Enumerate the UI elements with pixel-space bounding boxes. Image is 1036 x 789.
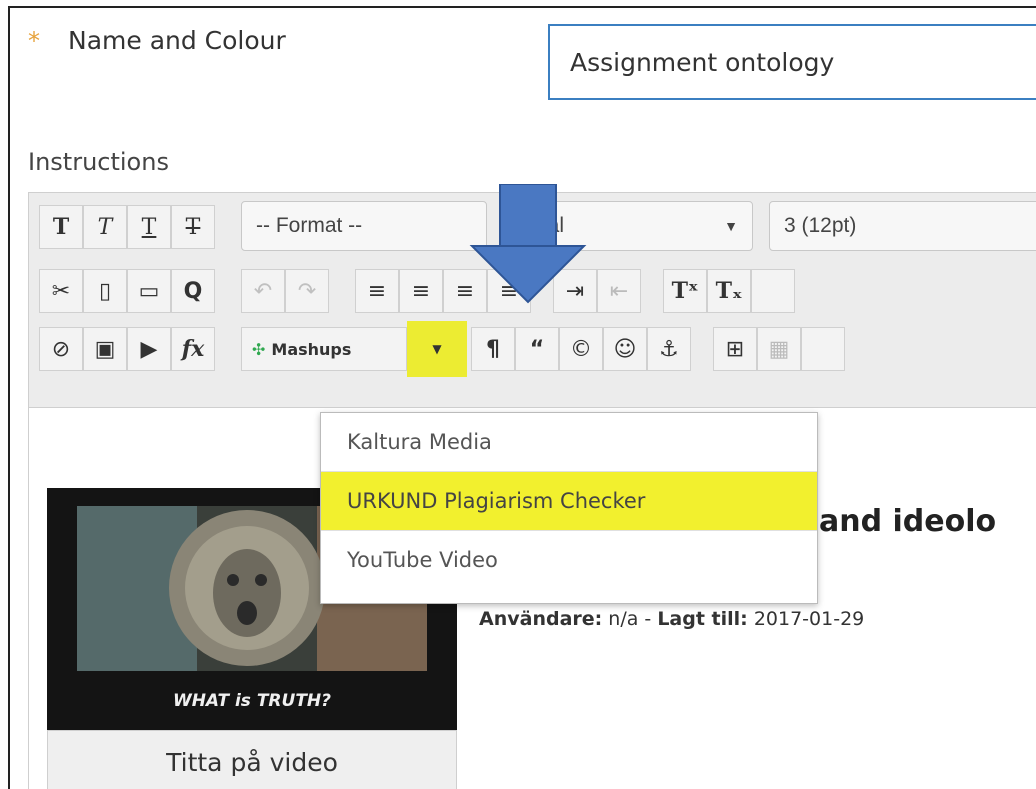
italic-button[interactable]: T: [83, 205, 127, 249]
size-select[interactable]: 3 (12pt): [769, 201, 1036, 251]
instructions-label: Instructions: [28, 148, 169, 176]
more-row3-icon[interactable]: [801, 327, 845, 371]
mashups-icon: ✣: [252, 339, 266, 359]
align-left-icon[interactable]: ≡: [355, 269, 399, 313]
annotation-arrow-icon: [469, 184, 587, 304]
paste-icon[interactable]: ▭: [127, 269, 171, 313]
align-center-icon[interactable]: ≡: [399, 269, 443, 313]
underline-button[interactable]: T: [127, 205, 171, 249]
attachment-icon[interactable]: ⊘: [39, 327, 83, 371]
table-props-icon[interactable]: ▦: [757, 327, 801, 371]
find-icon[interactable]: Q: [171, 269, 215, 313]
paragraph-icon[interactable]: ¶: [471, 327, 515, 371]
required-marker: *: [28, 27, 40, 55]
outdent-icon[interactable]: ⇤: [597, 269, 641, 313]
format-select-value: -- Format --: [256, 214, 363, 237]
bold-button[interactable]: T: [39, 205, 83, 249]
quote-icon[interactable]: “: [515, 327, 559, 371]
name-input[interactable]: Assignment ontology: [548, 24, 1036, 100]
watch-video-button[interactable]: Titta på video: [47, 730, 457, 789]
name-label: Name and Colour: [68, 26, 286, 55]
media-icon[interactable]: ▶: [127, 327, 171, 371]
added-label: Lagt till:: [657, 608, 748, 630]
added-value: 2017-01-29: [753, 608, 865, 630]
mashups-menu: Kaltura Media URKUND Plagiarism Checker …: [320, 412, 818, 604]
user-label: Användare:: [479, 608, 603, 630]
more-icon[interactable]: [751, 269, 795, 313]
name-row: * Name and Colour: [28, 26, 286, 55]
undo-icon[interactable]: ↶: [241, 269, 285, 313]
formula-icon[interactable]: fx: [171, 327, 215, 371]
chevron-down-icon: ▼: [724, 218, 738, 234]
menu-item-urkund[interactable]: URKUND Plagiarism Checker: [321, 472, 817, 531]
user-value: n/a -: [608, 608, 652, 630]
copy-icon[interactable]: ▯: [83, 269, 127, 313]
emoticon-icon[interactable]: ☺: [603, 327, 647, 371]
subscript-icon[interactable]: Tₓ: [707, 269, 751, 313]
image-icon[interactable]: ▣: [83, 327, 127, 371]
anchor-icon[interactable]: ⚓: [647, 327, 691, 371]
mashups-dropdown-icon[interactable]: ▼: [417, 327, 457, 371]
redo-icon[interactable]: ↷: [285, 269, 329, 313]
menu-item-youtube[interactable]: YouTube Video: [321, 531, 817, 589]
strikethrough-button[interactable]: T: [171, 205, 215, 249]
mashups-label: Mashups: [271, 339, 352, 359]
cut-icon[interactable]: ✂: [39, 269, 83, 313]
format-select[interactable]: -- Format --: [241, 201, 487, 251]
video-caption: WHAT is TRUTH?: [173, 691, 331, 711]
copyright-icon[interactable]: ©: [559, 327, 603, 371]
menu-item-kaltura[interactable]: Kaltura Media: [321, 413, 817, 472]
mashups-button[interactable]: ✣ Mashups: [241, 327, 407, 371]
table-icon[interactable]: ⊞: [713, 327, 757, 371]
size-select-value: 3 (12pt): [784, 214, 857, 237]
editor-frame: * Name and Colour Assignment ontology Ins…: [8, 6, 1036, 789]
superscript-icon[interactable]: Tˣ: [663, 269, 707, 313]
content-meta: Användare: n/a - Lagt till: 2017-01-29: [479, 608, 864, 630]
content-heading: and ideolo: [819, 504, 997, 539]
